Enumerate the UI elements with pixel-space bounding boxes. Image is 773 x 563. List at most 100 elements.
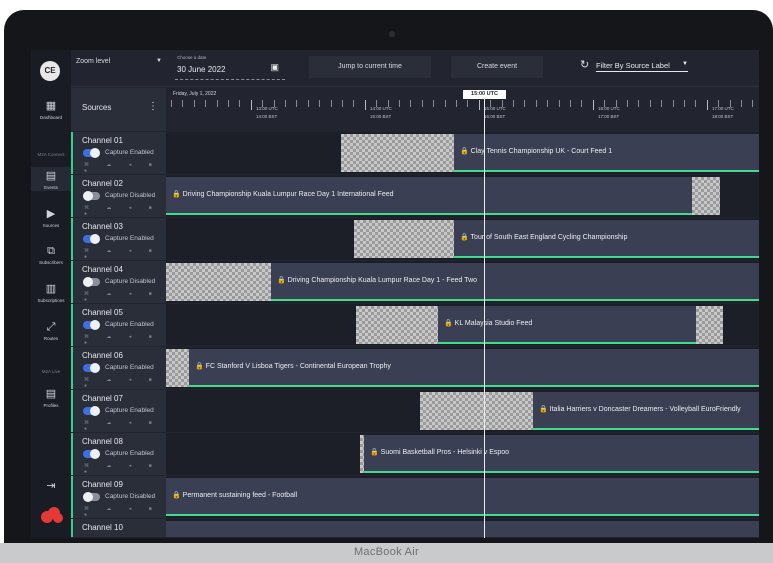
lock-icon: 🔒 (172, 191, 181, 198)
channel-status-icons: ⌘ ☁ ◂ ■ ● (84, 334, 160, 346)
event-block[interactable]: 🔒 Driving Championship Kuala Lumpur Race… (166, 177, 692, 215)
capture-toggle[interactable] (83, 148, 100, 158)
more-menu-icon[interactable]: ⋮ (148, 101, 158, 112)
avatar[interactable]: CE (40, 61, 60, 81)
lock-icon: 🔒 (460, 234, 469, 241)
brand-logo-icon (41, 507, 63, 523)
channel-name: Channel 02 (82, 179, 123, 188)
capture-toggle[interactable] (83, 320, 100, 330)
sidebar-item-subscribers[interactable]: ⧉ Subscribers (31, 245, 71, 265)
preroll-block (166, 349, 189, 387)
preroll-block (166, 263, 271, 301)
channel-name: Channel 03 (82, 222, 123, 231)
create-event-button[interactable]: Create event (451, 56, 543, 78)
channel-track: 🔒 Driving Championship Kuala Lumpur Race… (166, 261, 759, 303)
lock-icon: 🔒 (195, 363, 204, 370)
logout-icon: ⇥ (46, 480, 56, 492)
sidebar-item-dashboard[interactable]: ▦ Dashboard (31, 100, 71, 120)
ruler-tick (649, 100, 651, 107)
capture-status: Capture Disabled (105, 278, 156, 285)
channel-status-icons: ⌘ ☁ ◂ ■ ● (84, 162, 160, 174)
jump-to-current-time-button[interactable]: Jump to current time (309, 56, 431, 78)
channel-info[interactable]: Channel 06 Capture Enabled ⌘ ☁ ◂ ■ ● (71, 347, 166, 389)
channel-info[interactable]: Channel 08 Capture Enabled ⌘ ☁ ◂ ■ ● (71, 433, 166, 475)
event-block[interactable]: 🔒 Clay Tennis Championship UK - Court Fe… (454, 134, 759, 172)
chevron-down-icon: ▼ (682, 61, 688, 67)
ruler-tick (364, 100, 366, 110)
sidebar-item-subscriptions[interactable]: ▥ Subscriptions (31, 283, 71, 303)
channel-name: Channel 04 (82, 265, 123, 274)
sources-header: Sources ⋮ (71, 88, 166, 131)
time-label: 16:00 UTC 17:00 BST (598, 106, 620, 119)
ruler-tick (444, 100, 446, 107)
ruler-tick (501, 100, 503, 107)
ruler-tick (752, 100, 754, 107)
ruler-tick (581, 100, 583, 107)
ruler-tick (319, 100, 321, 107)
capture-toggle[interactable] (83, 406, 100, 416)
postroll-block (696, 306, 723, 344)
ruler-tick (718, 100, 720, 107)
sidebar-item-sources[interactable]: ▶ Sources (31, 208, 71, 228)
event-block[interactable]: 🔒 Tour of South East England Cycling Cha… (454, 220, 759, 258)
capture-status: Capture Enabled (105, 149, 154, 156)
logout-button[interactable]: ⇥ (31, 480, 71, 493)
sidebar-item-events[interactable]: ▤ Events (31, 167, 71, 191)
capture-toggle[interactable] (83, 449, 100, 459)
channel-info[interactable]: Channel 07 Capture Enabled ⌘ ☁ ◂ ■ ● (71, 390, 166, 432)
channel-row: Channel 07 Capture Enabled ⌘ ☁ ◂ ■ ● 🔒 I… (71, 390, 759, 433)
ruler-tick (535, 100, 537, 107)
calendar-icon[interactable]: ▣ (270, 62, 279, 73)
filter-by-source-label-select[interactable]: Filter By Source Label ▼ (596, 61, 688, 72)
date-picker[interactable]: Choose a date 30 June 2022 ▣ (175, 54, 285, 80)
ruler-tick (285, 100, 286, 107)
lock-icon: 🔒 (277, 277, 286, 284)
event-block[interactable]: 🔒 Driving Championship Kuala Lumpur Race… (271, 263, 759, 301)
ruler-tick (627, 100, 628, 107)
capture-toggle[interactable] (83, 277, 100, 287)
channel-info[interactable]: Channel 05 Capture Enabled ⌘ ☁ ◂ ■ ● (71, 304, 166, 346)
ruler-tick (706, 100, 708, 110)
capture-toggle[interactable] (83, 191, 100, 201)
event-block[interactable] (166, 521, 759, 537)
toolbar: Zoom level ▼ Choose a date 30 June 2022 … (71, 50, 759, 87)
event-block[interactable]: 🔒 FC Stanford V Lisboa Tigers - Continen… (189, 349, 759, 387)
channel-track: 🔒 Clay Tennis Championship UK - Court Fe… (166, 132, 759, 174)
capture-status: Capture Enabled (105, 450, 154, 457)
capture-status: Capture Enabled (105, 235, 154, 242)
refresh-icon[interactable]: ↻ (580, 58, 589, 71)
capture-toggle[interactable] (83, 363, 100, 373)
sidebar-item-routes[interactable]: ⤢ Routes (31, 321, 71, 341)
calendar-icon: ▤ (45, 170, 57, 182)
laptop-bezel: CE ▦ Dashboard M2A Connect ▤ Events ▶ So… (0, 10, 773, 563)
capture-toggle[interactable] (83, 492, 100, 502)
preroll-block (354, 220, 454, 258)
postroll-block (692, 177, 720, 215)
channel-track: 🔒 Suomi Basketball Pros - Helsinki v Esp… (166, 433, 759, 475)
event-block[interactable]: 🔒 Suomi Basketball Pros - Helsinki v Esp… (364, 435, 759, 473)
channel-info[interactable]: Channel 09 Capture Disabled ⌘ ☁ ◂ ■ ● (71, 476, 166, 518)
channel-name: Channel 05 (82, 308, 123, 317)
channel-row: Channel 01 Capture Enabled ⌘ ☁ ◂ ■ ● 🔒 C… (71, 132, 759, 175)
event-block[interactable]: 🔒 Permanent sustaining feed - Football (166, 478, 759, 516)
channel-track (166, 519, 759, 537)
ruler-tick (342, 100, 343, 107)
channel-info[interactable]: Channel 04 Capture Disabled ⌘ ☁ ◂ ■ ● (71, 261, 166, 303)
channel-info[interactable]: Channel 03 Capture Enabled ⌘ ☁ ◂ ■ ● (71, 218, 166, 260)
ruler-tick (171, 100, 172, 107)
channel-status-icons: ⌘ ☁ ◂ ■ ● (84, 420, 160, 432)
ruler-tick (353, 100, 355, 107)
preroll-block (420, 392, 533, 430)
zoom-select[interactable]: Zoom level ▼ (76, 58, 164, 78)
ruler-tick (239, 100, 241, 107)
ruler-tick (330, 100, 332, 107)
event-block[interactable]: 🔒 Italia Harriers v Doncaster Dreamers -… (533, 392, 759, 430)
event-block[interactable]: 🔒 KL Malaysia Studio Feed (438, 306, 696, 344)
channel-info[interactable]: Channel 02 Capture Disabled ⌘ ☁ ◂ ■ ● (71, 175, 166, 217)
sidebar-item-profiles[interactable]: ▤ Profiles (31, 388, 71, 408)
ruler-tick (638, 100, 640, 107)
ruler-tick (615, 100, 617, 107)
channel-info[interactable]: Channel 01 Capture Enabled ⌘ ☁ ◂ ■ ● (71, 132, 166, 174)
channel-info[interactable]: Channel 10 (71, 519, 166, 537)
capture-toggle[interactable] (83, 234, 100, 244)
